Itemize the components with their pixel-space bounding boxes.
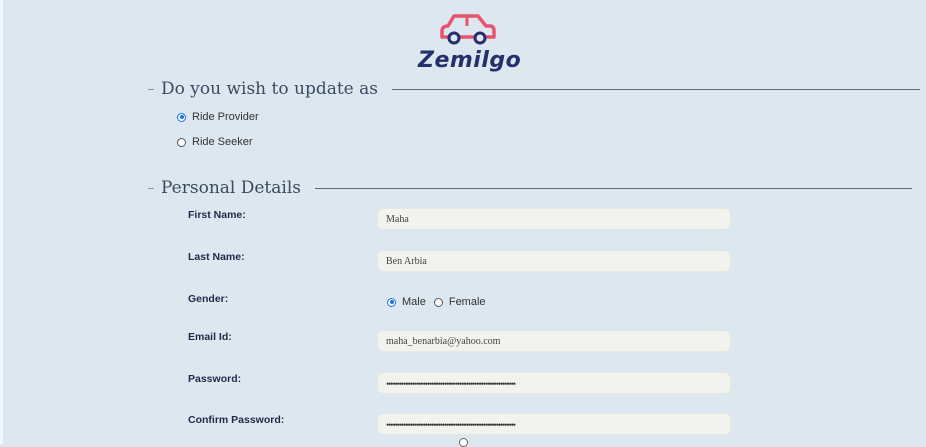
gender-option-female[interactable]: Female [433, 296, 486, 308]
legend-divider [315, 187, 913, 189]
partially-visible-radio[interactable] [459, 438, 468, 447]
ride-provider-radio[interactable] [177, 112, 186, 122]
confirm-password-field[interactable]: ••••••••••••••••••••••••••••••••••••••••… [377, 413, 731, 435]
male-radio[interactable] [387, 297, 396, 307]
gender-options: Male Female [387, 296, 494, 308]
password-field[interactable]: ••••••••••••••••••••••••••••••••••••••••… [377, 372, 731, 394]
role-legend-text: Do you wish to update as [161, 79, 378, 99]
role-fieldset-legend: Do you wish to update as [148, 79, 920, 99]
confirm-password-label: Confirm Password: [188, 414, 285, 426]
legend-dash [148, 187, 154, 189]
gender-option-male[interactable]: Male [387, 296, 426, 308]
brand-name: Zemilgo [418, 48, 522, 73]
personal-legend-text: Personal Details [161, 178, 302, 198]
email-label: Email Id: [188, 331, 232, 343]
first-name-field[interactable]: Maha [377, 208, 731, 230]
female-radio[interactable] [433, 297, 443, 307]
legend-dash [148, 88, 154, 90]
first-name-label: First Name: [188, 209, 246, 221]
role-option-ride-seeker[interactable]: Ride Seeker [177, 136, 253, 148]
personal-fieldset-legend: Personal Details [148, 178, 913, 198]
ride-provider-label: Ride Provider [192, 111, 259, 123]
ride-seeker-radio[interactable] [177, 137, 186, 147]
female-label: Female [448, 296, 486, 308]
gender-label: Gender: [188, 293, 229, 305]
page-left-edge [0, 0, 3, 444]
role-option-ride-provider[interactable]: Ride Provider [177, 111, 259, 123]
brand-logo[interactable]: Zemilgo [418, 12, 522, 74]
ride-seeker-label: Ride Seeker [192, 136, 253, 148]
legend-divider [392, 88, 920, 90]
last-name-field[interactable]: Ben Arbia [377, 250, 731, 272]
last-name-label: Last Name: [188, 251, 245, 263]
email-field[interactable]: maha_benarbia@yahoo.com [377, 330, 731, 352]
male-label: Male [402, 296, 426, 308]
car-icon [440, 14, 496, 45]
password-label: Password: [188, 373, 242, 385]
